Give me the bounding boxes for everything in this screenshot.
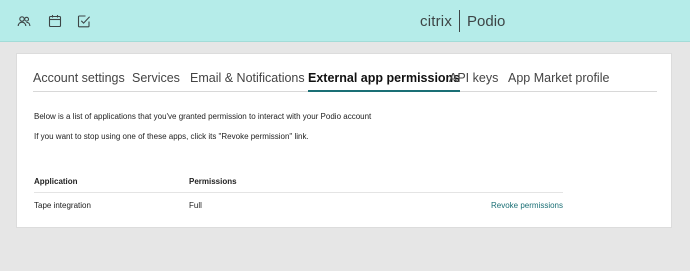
citrix-wordmark: citrix <box>420 12 453 30</box>
table-header-row: Application Permissions <box>34 175 563 193</box>
settings-panel: Account settings Services Email & Notifi… <box>16 53 672 228</box>
revoke-permissions-link[interactable]: Revoke permissions <box>491 201 563 210</box>
tasks-check-icon[interactable] <box>77 14 91 28</box>
column-header-application: Application <box>34 177 78 186</box>
tab-account-settings[interactable]: Account settings <box>33 71 125 92</box>
table-row: Tape integration Full Revoke permissions <box>34 199 563 217</box>
settings-tabs: Account settings Services Email & Notifi… <box>33 71 657 92</box>
revoke-instructions-text: If you want to stop using one of these a… <box>34 132 309 141</box>
tab-app-market-profile[interactable]: App Market profile <box>508 71 609 92</box>
calendar-icon[interactable] <box>48 14 62 28</box>
tab-external-app-permissions[interactable]: External app permissions <box>308 71 461 92</box>
tab-services[interactable]: Services <box>132 71 180 92</box>
permission-level: Full <box>189 201 202 210</box>
top-navigation-bar: citrix Podio <box>0 0 690 42</box>
podio-wordmark: Podio <box>467 12 506 30</box>
intro-text: Below is a list of applications that you… <box>34 112 372 121</box>
app-permissions-table: Application Permissions Tape integration… <box>34 175 563 217</box>
column-header-permissions: Permissions <box>189 177 237 186</box>
people-icon[interactable] <box>17 14 31 28</box>
application-name: Tape integration <box>34 201 91 210</box>
tab-api-keys[interactable]: API keys <box>449 71 498 92</box>
citrix-podio-logo[interactable]: citrix Podio <box>420 10 505 32</box>
logo-divider <box>459 10 461 32</box>
tab-email-notifications[interactable]: Email & Notifications <box>190 71 305 92</box>
